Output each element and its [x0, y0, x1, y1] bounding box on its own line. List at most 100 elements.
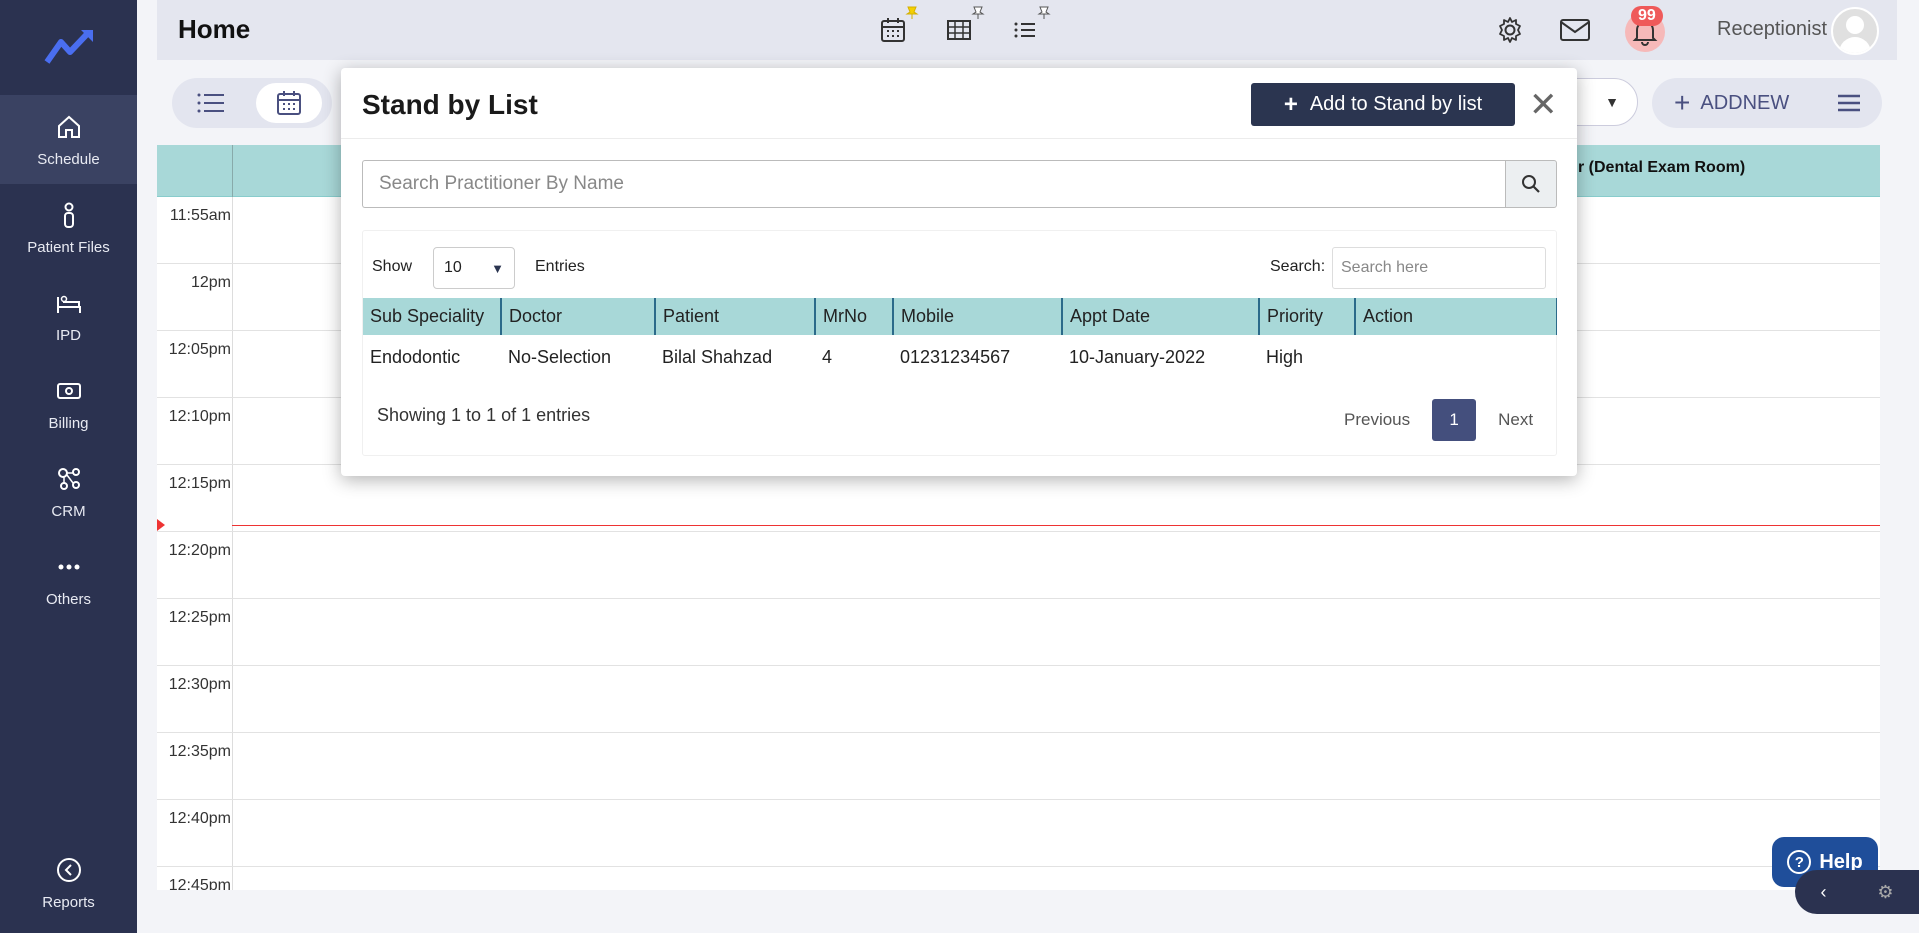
list-mode-button[interactable]	[178, 83, 244, 123]
cell-doctor: No-Selection	[508, 347, 612, 367]
network-icon	[57, 467, 80, 490]
sidebar-item-patient-files[interactable]: Patient Files	[0, 184, 137, 272]
previous-page-button[interactable]: Previous	[1336, 410, 1418, 430]
question-icon: ?	[1787, 850, 1812, 874]
cell-sub-speciality: Endodontic	[370, 347, 461, 367]
entries-label: Entries	[535, 258, 585, 275]
column-header-priority[interactable]: Priority	[1259, 298, 1356, 335]
search-icon	[1522, 175, 1540, 193]
current-time-line	[232, 525, 1880, 526]
sidebar-item-crm[interactable]: CRM	[0, 448, 137, 536]
column-header-doctor[interactable]: Doctor	[501, 298, 656, 335]
next-page-button[interactable]: Next	[1490, 410, 1541, 430]
sidebar-item-schedule[interactable]: Schedule	[0, 96, 137, 184]
add-to-standby-button[interactable]: + Add to Stand by list	[1251, 83, 1515, 126]
page-number-button[interactable]: 1	[1432, 399, 1477, 441]
add-to-standby-label: Add to Stand by list	[1309, 93, 1483, 115]
room-column-label: r (Dental Exam Room)	[1578, 159, 1746, 176]
user-role-label: Receptionist	[1717, 18, 1828, 40]
column-header-patient[interactable]: Patient	[655, 298, 816, 335]
bed-icon	[56, 295, 81, 313]
plus-icon: +	[1674, 87, 1691, 118]
time-label: 12:15pm	[168, 475, 231, 492]
time-label: 12:30pm	[168, 676, 231, 693]
list-view-button[interactable]	[1009, 6, 1051, 46]
column-header-sub-speciality[interactable]: Sub Speciality	[363, 298, 502, 335]
cell-mobile: 01231234567	[900, 347, 1011, 367]
time-label: 12:20pm	[168, 542, 231, 559]
calendar-view-button[interactable]	[877, 6, 919, 46]
calendar-icon	[277, 91, 301, 115]
logo-icon	[44, 29, 93, 64]
sidebar-item-others[interactable]: Others	[0, 536, 137, 624]
time-slot-row[interactable]: 12:25pm	[157, 599, 1880, 666]
pagination: Previous 1 Next	[1336, 399, 1541, 441]
home-icon	[57, 115, 80, 138]
table-row[interactable]: Endodontic No-Selection Bilal Shahzad 4 …	[363, 335, 1557, 380]
cell-priority: High	[1266, 347, 1304, 367]
chevron-down-icon: ▼	[1605, 94, 1619, 110]
sidebar-item-billing[interactable]: Billing	[0, 360, 137, 448]
column-header-appt-date[interactable]: Appt Date	[1062, 298, 1260, 335]
showing-entries-text: Showing 1 to 1 of 1 entries	[377, 405, 591, 425]
notifications-button[interactable]: 99	[1625, 6, 1665, 52]
dots-icon	[58, 564, 79, 569]
close-icon[interactable]: ✕	[1529, 88, 1558, 122]
column-divider	[232, 145, 233, 197]
topbar-actions: 99	[1495, 6, 1665, 52]
time-label: 12:35pm	[168, 743, 231, 760]
avatar[interactable]	[1831, 7, 1879, 55]
menu-icon[interactable]	[1836, 93, 1862, 113]
messages-button[interactable]	[1559, 16, 1591, 49]
sidebar-item-ipd[interactable]: IPD	[0, 272, 137, 360]
gear-icon	[1499, 16, 1521, 43]
time-slot-row[interactable]: 12:40pm	[157, 800, 1880, 867]
standby-modal: Stand by List + Add to Stand by list ✕ S…	[341, 68, 1577, 476]
practitioner-search-button[interactable]	[1505, 160, 1557, 208]
sidebar-item-label: IPD	[55, 326, 81, 344]
time-label: 12pm	[190, 274, 231, 291]
time-label: 12:10pm	[168, 408, 231, 425]
table-header-row: Sub Speciality Doctor Patient MrNo Mobil…	[363, 298, 1557, 335]
notification-badge: 99	[1631, 6, 1663, 26]
plus-icon: +	[1283, 90, 1298, 118]
cell-appt-date: 10-January-2022	[1069, 347, 1206, 367]
sidebar-item-label: Schedule	[37, 150, 100, 168]
calendar-mode-button[interactable]	[256, 83, 322, 123]
time-slot-row[interactable]: 12:45pm	[157, 867, 1880, 890]
person-icon	[63, 202, 74, 228]
time-slot-row[interactable]: 12:35pm	[157, 733, 1880, 800]
grid-view-button[interactable]	[943, 6, 985, 46]
sidebar: Schedule Patient Files IPD Billing CRM O…	[0, 0, 137, 933]
entries-value: 10	[444, 259, 462, 276]
mail-icon	[1560, 18, 1590, 41]
chart-icon	[56, 857, 81, 882]
money-icon	[56, 382, 81, 399]
modal-title: Stand by List	[362, 89, 538, 120]
time-slot-row[interactable]: 12:30pm	[157, 666, 1880, 733]
standby-table-container: Show 10 ▼ Entries Search: Search here Su…	[362, 230, 1557, 456]
time-label: 12:40pm	[168, 810, 231, 827]
sidebar-item-reports[interactable]: Reports	[0, 833, 137, 933]
practitioner-search-input[interactable]: Search Practitioner By Name	[362, 160, 1505, 208]
cell-mrno: 4	[822, 347, 833, 367]
time-slot-row[interactable]: 12:20pm	[157, 532, 1880, 599]
page-title: Home	[178, 14, 251, 44]
time-label: 12:25pm	[168, 609, 231, 626]
settings-button[interactable]	[1495, 15, 1525, 50]
table-search-input[interactable]: Search here	[1332, 247, 1546, 289]
app-root: Schedule Patient Files IPD Billing CRM O…	[0, 0, 1919, 933]
app-logo[interactable]	[0, 0, 137, 96]
chevron-left-icon[interactable]: ‹	[1820, 882, 1826, 903]
topbar: Home 99 Receptionist	[157, 0, 1897, 60]
sidebar-item-label: Billing	[48, 414, 89, 432]
top-view-icons	[877, 6, 1051, 46]
list-icon	[1014, 22, 1035, 38]
column-header-mrno[interactable]: MrNo	[815, 298, 894, 335]
pin-icon	[1037, 6, 1051, 19]
add-new-button[interactable]: + ADDNEW	[1652, 78, 1882, 128]
column-header-mobile[interactable]: Mobile	[893, 298, 1063, 335]
calendar-icon	[881, 18, 905, 42]
entries-select[interactable]: 10 ▼	[433, 247, 515, 289]
gear-icon[interactable]: ⚙	[1877, 882, 1893, 903]
